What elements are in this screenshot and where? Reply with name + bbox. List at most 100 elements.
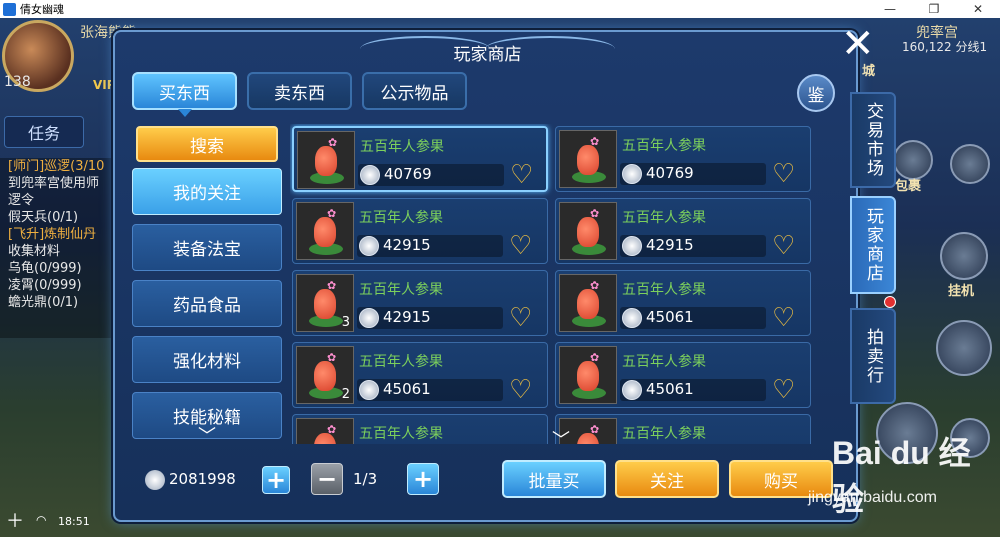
- heart-icon[interactable]: ♡: [509, 377, 532, 403]
- heart-icon[interactable]: ♡: [509, 305, 532, 331]
- quest-tracker[interactable]: [师门]巡逻(3/10 到兜率宫使用师 逻令 假天兵(0/1) [飞升]炼制仙丹 收集材料…: [0, 158, 120, 338]
- appraise-button[interactable]: 鉴: [797, 74, 835, 112]
- tab-public-items[interactable]: 公示物品: [362, 72, 467, 110]
- side-tab-auction[interactable]: 拍卖行: [850, 308, 896, 404]
- window-title: 倩女幽魂: [20, 3, 64, 16]
- ginseng-fruit-icon: ✿ 2: [296, 346, 354, 404]
- item-name: 五百年人参果: [622, 354, 706, 370]
- baidu-watermark: Bai du 经验 jingyan.baidu.com: [790, 425, 1000, 520]
- chevron-down-icon[interactable]: ﹀: [198, 422, 216, 448]
- side-tab-market[interactable]: 交易市场: [850, 92, 896, 188]
- shop-title: 玩家商店: [453, 45, 522, 65]
- quest-line[interactable]: 乌龟(0/999): [8, 260, 120, 277]
- item-card[interactable]: ✿ 五百年人参果 42915 ♡: [292, 198, 548, 264]
- item-card[interactable]: ✿五百年人参果♡: [292, 414, 548, 444]
- bag-icon[interactable]: [893, 140, 933, 180]
- restore-button[interactable]: ❐: [912, 0, 956, 18]
- quest-line[interactable]: 蟾光鼎(0/1): [8, 294, 120, 311]
- item-price: 45061: [646, 308, 694, 326]
- quest-line[interactable]: 凌霄(0/999): [8, 277, 120, 294]
- map-coords: 160,122 分线1: [902, 40, 988, 54]
- item-card[interactable]: ✿ 2 五百年人参果 45061 ♡: [292, 342, 548, 408]
- item-name: 五百年人参果: [359, 210, 443, 226]
- item-price: 42915: [646, 236, 694, 254]
- minimize-button[interactable]: —: [868, 0, 912, 18]
- category-my-follow[interactable]: 我的关注: [132, 168, 282, 215]
- fruit-shape: [577, 289, 599, 319]
- ginseng-fruit-icon: ✿: [559, 274, 617, 332]
- category-enhance-material[interactable]: 强化材料: [132, 336, 282, 383]
- item-price: 40769: [646, 164, 694, 182]
- item-card[interactable]: ✿ 五百年人参果 45061 ♡: [555, 342, 811, 408]
- tab-buy[interactable]: 买东西: [132, 72, 237, 117]
- item-name: 五百年人参果: [622, 426, 706, 442]
- heart-icon[interactable]: ♡: [772, 233, 795, 259]
- flower-icon: ✿: [327, 351, 337, 364]
- grid-chevron-down-icon[interactable]: ﹀: [552, 426, 570, 452]
- player-level: 138: [4, 74, 31, 90]
- close-icon[interactable]: ✕: [841, 24, 875, 64]
- heart-icon[interactable]: ♡: [772, 377, 795, 403]
- clock: 18:51: [58, 515, 90, 528]
- flower-icon: ✿: [590, 279, 600, 292]
- search-button[interactable]: 搜索: [136, 126, 278, 162]
- item-card[interactable]: ✿ 五百年人参果 45061 ♡: [555, 270, 811, 336]
- category-equipment[interactable]: 装备法宝: [132, 224, 282, 271]
- add-icon[interactable]: [950, 144, 990, 184]
- bulk-buy-button[interactable]: 批量买: [502, 460, 606, 498]
- next-page-button[interactable]: +: [407, 463, 439, 495]
- fruit-shape: [577, 361, 599, 391]
- item-card[interactable]: ✿ 五百年人参果 42915 ♡: [555, 198, 811, 264]
- prev-page-button[interactable]: −: [311, 463, 343, 495]
- quest-line[interactable]: 到兜率宫使用师: [8, 175, 120, 192]
- ginseng-fruit-icon: ✿: [559, 130, 617, 188]
- fruit-shape: [314, 217, 336, 247]
- quest-line[interactable]: [师门]巡逻(3/10: [8, 158, 120, 175]
- flower-icon: ✿: [327, 279, 337, 292]
- item-card[interactable]: ✿ 五百年人参果 40769 ♡: [292, 126, 548, 192]
- quest-line[interactable]: 收集材料: [8, 243, 120, 260]
- ginseng-fruit-icon: ✿: [296, 418, 354, 444]
- item-price: 42915: [383, 308, 431, 326]
- quest-line[interactable]: [飞升]炼制仙丹: [8, 226, 120, 243]
- heart-icon[interactable]: ♡: [510, 162, 533, 188]
- silver-balance: 2081998: [169, 470, 236, 488]
- fruit-shape: [577, 145, 599, 175]
- skill-icon[interactable]: [936, 320, 992, 376]
- page-indicator: 1/3: [353, 470, 378, 488]
- ginseng-fruit-icon: ✿ 3: [296, 274, 354, 332]
- silver-coin-icon: [359, 236, 379, 256]
- item-name: 五百年人参果: [359, 426, 443, 442]
- close-window-button[interactable]: ✕: [956, 0, 1000, 18]
- ginseng-fruit-icon: ✿: [559, 346, 617, 404]
- tab-sell[interactable]: 卖东西: [247, 72, 352, 110]
- flower-icon: ✿: [327, 207, 337, 220]
- item-price: 40769: [384, 165, 432, 183]
- quest-line[interactable]: 假天兵(0/1): [8, 209, 120, 226]
- quest-line[interactable]: 逻令: [8, 192, 120, 209]
- item-name: 五百年人参果: [622, 210, 706, 226]
- item-price: 42915: [383, 236, 431, 254]
- side-tab-player-shop[interactable]: 玩家商店: [850, 196, 896, 294]
- item-price: 45061: [646, 380, 694, 398]
- plus-icon[interactable]: ＋: [6, 507, 24, 533]
- auto-battle-icon[interactable]: [940, 232, 988, 280]
- item-card[interactable]: ✿五百年人参果♡: [555, 414, 811, 444]
- item-name: 五百年人参果: [622, 282, 706, 298]
- heart-icon[interactable]: ♡: [772, 161, 795, 187]
- item-card[interactable]: ✿ 五百年人参果 40769 ♡: [555, 126, 811, 192]
- fruit-shape: [577, 217, 599, 247]
- follow-button[interactable]: 关注: [615, 460, 719, 498]
- ginseng-fruit-icon: ✿: [296, 202, 354, 260]
- heart-icon[interactable]: ♡: [772, 305, 795, 331]
- task-tab[interactable]: 任务: [4, 116, 84, 148]
- item-card[interactable]: ✿ 3 五百年人参果 42915 ♡: [292, 270, 548, 336]
- heart-icon[interactable]: ♡: [509, 233, 532, 259]
- category-medicine-food[interactable]: 药品食品: [132, 280, 282, 327]
- window-titlebar: 倩女幽魂 — ❐ ✕: [0, 0, 1000, 18]
- add-currency-button[interactable]: +: [262, 466, 290, 494]
- silver-coin-icon: [622, 380, 642, 400]
- silver-coin-icon: [622, 164, 642, 184]
- fruit-shape: [314, 289, 336, 319]
- silver-coin-icon: [359, 380, 379, 400]
